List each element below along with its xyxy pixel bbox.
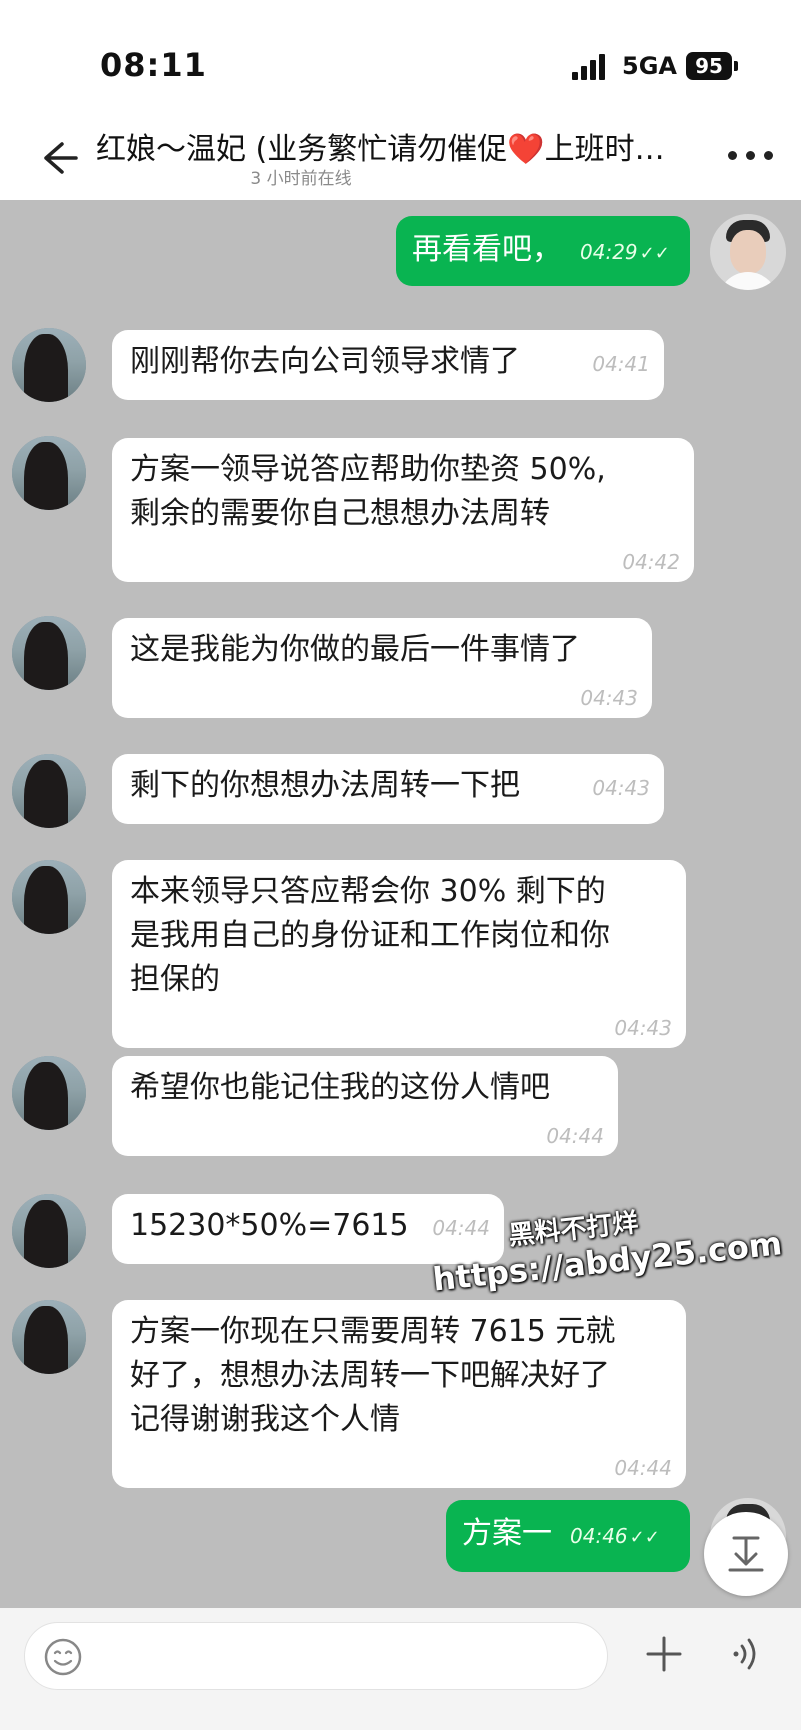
message-time: 04:44 xyxy=(546,1124,604,1148)
back-arrow-icon[interactable] xyxy=(34,134,82,182)
message-time: 04:41 xyxy=(592,352,650,376)
message-outgoing[interactable]: 方案一 04:46 ✓✓ xyxy=(446,1500,690,1572)
message-time: 04:44 xyxy=(614,1456,672,1480)
message-incoming[interactable]: 剩下的你想想办法周转一下把 04:43 xyxy=(112,754,664,824)
message-text: 剩余的需要你自己想想办法周转 xyxy=(130,496,550,531)
message-text: 担保的 xyxy=(130,962,220,997)
read-ticks-icon: ✓✓ xyxy=(639,243,670,264)
online-status: 3 小时前在线 xyxy=(250,169,352,189)
contact-avatar[interactable] xyxy=(12,436,86,510)
chat-title[interactable]: 红娘～温妃 (业务繁忙请勿催促❤️上班时… xyxy=(96,124,706,168)
battery-tip xyxy=(734,61,738,71)
scroll-down-button[interactable] xyxy=(704,1512,788,1596)
message-text: 这是我能为你做的最后一件事情了 xyxy=(130,632,580,667)
message-incoming[interactable]: 方案一你现在只需要周转 7615 元就 好了，想想办法周转一下吧解决好了 记得谢… xyxy=(112,1300,686,1488)
contact-avatar[interactable] xyxy=(12,616,86,690)
message-text: 本来领导只答应帮会你 30% 剩下的 xyxy=(130,874,606,909)
message-incoming[interactable]: 方案一领导说答应帮助你垫资 50%, 剩余的需要你自己想想办法周转 04:42 xyxy=(112,438,694,582)
voice-icon[interactable] xyxy=(728,1632,768,1676)
message-time: 04:43 xyxy=(614,1016,672,1040)
message-text: 方案一领导说答应帮助你垫资 50%, xyxy=(130,452,606,487)
my-avatar[interactable] xyxy=(710,214,786,290)
message-incoming[interactable]: 这是我能为你做的最后一件事情了 04:43 xyxy=(112,618,652,718)
message-input[interactable] xyxy=(24,1622,608,1690)
read-ticks-icon: ✓✓ xyxy=(629,1527,660,1548)
chat-header: 红娘～温妃 (业务繁忙请勿催促❤️上班时… 3 小时前在线 xyxy=(0,120,801,200)
status-time: 08:11 xyxy=(100,46,207,84)
message-time: 04:43 xyxy=(592,776,650,800)
contact-avatar[interactable] xyxy=(12,1300,86,1374)
message-incoming[interactable]: 希望你也能记住我的这份人情吧 04:44 xyxy=(112,1056,618,1156)
contact-avatar[interactable] xyxy=(12,754,86,828)
plus-icon[interactable] xyxy=(642,1632,686,1676)
contact-avatar[interactable] xyxy=(12,1056,86,1130)
status-bar: 08:11 5GA 95 xyxy=(0,0,801,120)
message-text: 方案一你现在只需要周转 7615 元就 xyxy=(130,1314,616,1349)
network-label: 5GA xyxy=(622,52,677,80)
message-text: 希望你也能记住我的这份人情吧 xyxy=(130,1070,550,1105)
message-list[interactable]: 再看看吧， 04:29 ✓✓ 刚刚帮你去向公司领导求情了 04:41 方案一领导说答… xyxy=(0,200,801,1600)
message-outgoing[interactable]: 再看看吧， 04:29 ✓✓ xyxy=(396,216,690,286)
contact-avatar[interactable] xyxy=(12,328,86,402)
input-bar xyxy=(0,1608,801,1730)
contact-avatar[interactable] xyxy=(12,860,86,934)
message-time: 04:42 xyxy=(622,550,680,574)
scroll-down-icon xyxy=(728,1536,764,1572)
message-text: 方案一 xyxy=(462,1516,552,1551)
contact-avatar[interactable] xyxy=(12,1194,86,1268)
message-time: 04:46 xyxy=(570,1524,628,1548)
message-incoming[interactable]: 刚刚帮你去向公司领导求情了 04:41 xyxy=(112,330,664,400)
message-text: 是我用自己的身份证和工作岗位和你 xyxy=(130,918,610,953)
message-text: 剩下的你想想办法周转一下把 xyxy=(130,768,520,803)
message-text: 记得谢谢我这个人情 xyxy=(130,1402,400,1437)
message-text: 再看看吧， xyxy=(412,232,562,267)
battery-icon: 95 xyxy=(686,52,732,80)
signal-icon xyxy=(572,54,608,80)
more-dots-icon[interactable] xyxy=(728,146,780,166)
message-text: 刚刚帮你去向公司领导求情了 xyxy=(130,344,520,379)
message-text: 好了，想想办法周转一下吧解决好了 xyxy=(130,1358,610,1393)
message-incoming[interactable]: 本来领导只答应帮会你 30% 剩下的 是我用自己的身份证和工作岗位和你 担保的 … xyxy=(112,860,686,1048)
message-time: 04:29 xyxy=(580,240,638,264)
message-time: 04:43 xyxy=(580,686,638,710)
emoji-icon[interactable] xyxy=(43,1637,83,1677)
